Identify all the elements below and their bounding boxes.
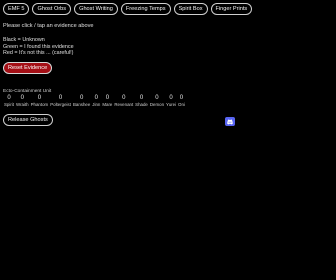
- ecto-containment-label: Ecto-Containment Unit: [3, 89, 52, 94]
- ghost-name: Phantom: [30, 102, 49, 107]
- ghost-name: Poltergeist: [50, 102, 71, 107]
- ghost-name: Banshee: [72, 102, 91, 107]
- ghost-count: 0: [20, 95, 24, 101]
- evidence-button-freezing-temps[interactable]: Freezing Temps: [120, 3, 171, 15]
- ghost-count: 0: [122, 95, 126, 101]
- ghost-counter-phantom: 0 Phantom: [30, 95, 50, 108]
- ghost-counter-shade: 0 Shade: [134, 95, 149, 108]
- ghost-name: Wraith: [16, 102, 29, 107]
- evidence-button-finger-prints[interactable]: Finger Prints: [210, 3, 253, 15]
- evidence-button-spirit-box[interactable]: Spirit Box: [173, 3, 208, 15]
- legend-red: Red = It's not this ... (careful!): [3, 50, 74, 57]
- evidence-button-ghost-writing[interactable]: Ghost Writing: [74, 3, 118, 15]
- ghost-name: Jinn: [92, 102, 101, 107]
- instruction-text: Please click / tap an evidence above: [3, 23, 94, 29]
- legend-green: Green = I found this evidence: [3, 43, 74, 50]
- ghost-count: 0: [105, 95, 110, 101]
- evidence-button-ghost-orbs[interactable]: Ghost Orbs: [32, 3, 72, 15]
- ghost-counter-wraith: 0 Wraith: [15, 95, 30, 108]
- evidence-button-emf5[interactable]: EMF 5: [3, 3, 30, 15]
- evidence-toolbar: EMF 5 Ghost Orbs Ghost Writing Freezing …: [3, 3, 253, 15]
- release-ghosts-button[interactable]: Release Ghosts: [3, 114, 53, 126]
- ghost-name: Spirit: [4, 102, 15, 107]
- ghost-count: 0: [179, 95, 184, 101]
- ghost-count: 0: [139, 95, 144, 101]
- discord-icon[interactable]: [225, 113, 235, 126]
- reset-evidence-button[interactable]: Reset Evidence: [3, 62, 53, 74]
- ghost-counter-revenant: 0 Revenant: [113, 95, 134, 108]
- ghost-count: 0: [155, 95, 159, 101]
- ghost-name: Mare: [102, 102, 113, 107]
- ghost-counter-demon: 0 Demon: [149, 95, 165, 108]
- ghost-name: Shade: [135, 102, 148, 107]
- ghost-count: 0: [94, 95, 98, 101]
- ghost-counter-yurei: 0 Yurei: [165, 95, 177, 108]
- ghost-counter-grid: 0 Spirit 0 Wraith 0 Phantom 0 Poltergeis…: [3, 95, 186, 108]
- ghost-count: 0: [58, 95, 63, 101]
- ghost-count: 0: [37, 95, 42, 101]
- ghost-count: 0: [169, 95, 173, 101]
- ghost-name: Oni: [178, 102, 185, 107]
- ghost-count: 0: [7, 95, 11, 101]
- ghost-counter-mare: 0 Mare: [101, 95, 113, 108]
- ghost-counter-poltergeist: 0 Poltergeist: [49, 95, 72, 108]
- ghost-name: Revenant: [114, 102, 134, 107]
- ghost-counter-jinn: 0 Jinn: [91, 95, 101, 108]
- ghost-count: 0: [79, 95, 84, 101]
- legend-black: Black = Unknown: [3, 37, 45, 43]
- ghost-counter-banshee: 0 Banshee: [72, 95, 91, 108]
- color-legend: Black = Unknown Green = I found this evi…: [3, 37, 74, 57]
- ghost-counter-spirit: 0 Spirit: [3, 95, 15, 108]
- ghost-counter-oni: 0 Oni: [177, 95, 186, 108]
- ghost-name: Demon: [149, 102, 165, 107]
- ghost-name: Yurei: [166, 102, 177, 107]
